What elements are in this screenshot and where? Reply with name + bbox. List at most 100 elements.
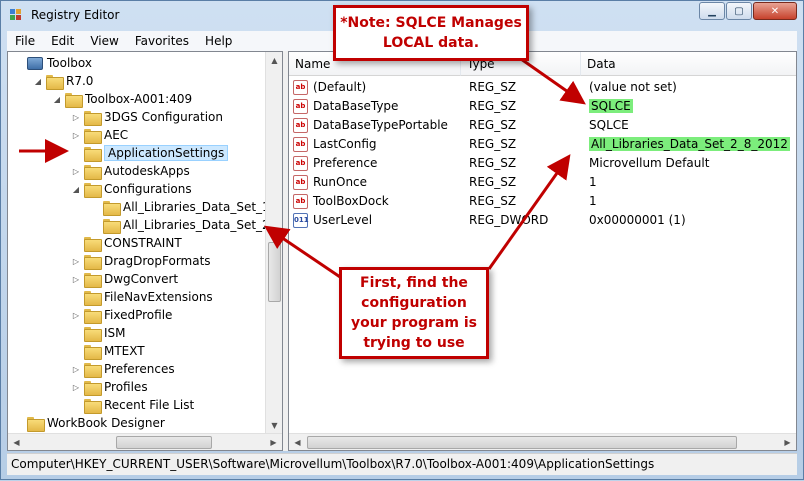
tree-item[interactable]: MTEXT	[71, 342, 145, 360]
tree-item[interactable]: ▷ DragDropFormats	[71, 252, 211, 270]
tree-vscroll-thumb[interactable]	[268, 242, 281, 302]
scroll-down-arrow-icon[interactable]: ▼	[266, 417, 282, 434]
tree-item[interactable]: ▷ Preferences	[71, 360, 175, 378]
tree-item[interactable]: CONSTRAINT	[71, 234, 182, 252]
folder-icon	[84, 164, 102, 180]
note-callout: *Note: SQLCE Manages LOCAL data.	[333, 5, 529, 61]
collapsed-arrow-icon	[90, 202, 100, 212]
tree-hscroll-thumb[interactable]	[116, 436, 212, 449]
value-name: ToolBoxDock	[313, 194, 389, 208]
value-type: REG_SZ	[469, 137, 517, 151]
value-row[interactable]: ab (Default) REG_SZ (value not set)	[293, 78, 793, 97]
binary-value-icon: 011	[293, 213, 309, 228]
key-tree-pane[interactable]: Toolbox ◢ R7.0 ◢ Toolbox-A001:409 ▷ 3DGS Confi…	[7, 51, 283, 451]
collapsed-arrow-icon	[71, 148, 81, 158]
tree-item[interactable]: ▷ DwgConvert	[71, 270, 178, 288]
values-horizontal-scrollbar[interactable]: ◀ ▶	[289, 433, 796, 450]
scroll-left-arrow-icon[interactable]: ◀	[8, 434, 25, 450]
tree-item[interactable]: ▷ Profiles	[71, 378, 148, 396]
folder-icon	[84, 128, 102, 144]
scroll-right-arrow-icon[interactable]: ▶	[779, 434, 796, 450]
value-row[interactable]: ab DataBaseTypePortable REG_SZ SQLCE	[293, 116, 793, 135]
minimize-button[interactable]: ▁	[699, 2, 725, 20]
collapsed-arrow-icon[interactable]: ▷	[71, 274, 81, 284]
value-name: (Default)	[313, 80, 367, 94]
value-data: 1	[589, 194, 597, 208]
values-hscroll-thumb[interactable]	[307, 436, 737, 449]
value-name: RunOnce	[313, 175, 368, 189]
collapsed-arrow-icon[interactable]: ▷	[71, 310, 81, 320]
tree-item[interactable]: All_Libraries_Data_Set_2_8_201	[90, 216, 282, 234]
collapsed-arrow-icon[interactable]: ▷	[71, 112, 81, 122]
collapsed-arrow-icon	[90, 220, 100, 230]
column-header-data[interactable]: Data	[581, 52, 796, 76]
tree-item-label: R7.0	[66, 74, 94, 88]
collapsed-arrow-icon[interactable]: ▷	[71, 256, 81, 266]
tree-item[interactable]: ▷ 3DGS Configuration	[71, 108, 223, 126]
tree-item[interactable]: ◢ R7.0	[33, 72, 93, 90]
folder-icon	[84, 308, 102, 324]
menu-view[interactable]: View	[82, 34, 126, 48]
tree-item[interactable]: ◢ Toolbox-A001:409	[52, 90, 192, 108]
collapsed-arrow-icon[interactable]: ▷	[71, 166, 81, 176]
value-row[interactable]: ab Preference REG_SZ Microvellum Default	[293, 154, 793, 173]
folder-icon	[103, 200, 121, 216]
scroll-right-arrow-icon[interactable]: ▶	[265, 434, 282, 450]
computer-icon	[27, 56, 43, 70]
tree-item-label: WorkBook Designer	[47, 416, 165, 430]
tree-item-label: ISM	[104, 326, 126, 340]
collapsed-arrow-icon[interactable]: ▷	[71, 364, 81, 374]
tree-item[interactable]: ApplicationSettings	[71, 144, 229, 162]
value-row[interactable]: ab RunOnce REG_SZ 1	[293, 173, 793, 192]
value-data: Microvellum Default	[589, 156, 710, 170]
menu-edit[interactable]: Edit	[43, 34, 82, 48]
values-list-pane[interactable]: Name Type Data ab (Default) REG_SZ (value n…	[288, 51, 797, 451]
menu-help[interactable]: Help	[197, 34, 240, 48]
value-name: DataBaseTypePortable	[313, 118, 448, 132]
collapsed-arrow-icon	[71, 238, 81, 248]
instruction-callout: First, find the configuration your progr…	[339, 267, 489, 359]
registry-editor-window: Registry Editor ▁ ▢ ✕ File Edit View Fav…	[0, 0, 804, 480]
value-row[interactable]: 011 UserLevel REG_DWORD 0x00000001 (1)	[293, 211, 793, 230]
maximize-button[interactable]: ▢	[726, 2, 752, 20]
value-row[interactable]: ab DataBaseType REG_SZ SQLCE	[293, 97, 793, 116]
menu-file[interactable]: File	[7, 34, 43, 48]
expanded-arrow-icon[interactable]: ◢	[52, 94, 62, 104]
tree-item[interactable]: ◢ Configurations	[71, 180, 192, 198]
scroll-left-arrow-icon[interactable]: ◀	[289, 434, 306, 450]
tree-horizontal-scrollbar[interactable]: ◀ ▶	[8, 433, 282, 450]
menu-favorites[interactable]: Favorites	[127, 34, 197, 48]
string-value-icon: ab	[293, 137, 308, 152]
tree-item[interactable]: ▷ AutodeskApps	[71, 162, 190, 180]
value-type: REG_SZ	[469, 99, 517, 113]
tree-item-label: MTEXT	[104, 344, 145, 358]
tree-item[interactable]: Recent File List	[71, 396, 194, 414]
tree-item[interactable]: WorkBook Designer	[14, 414, 165, 432]
value-row[interactable]: ab ToolBoxDock REG_SZ 1	[293, 192, 793, 211]
tree-item-label: DwgConvert	[104, 272, 179, 286]
string-value-icon: ab	[293, 80, 308, 95]
tree-item-label: AEC	[104, 128, 129, 142]
tree-item[interactable]: Toolbox	[14, 54, 92, 72]
tree-item[interactable]: All_Libraries_Data_Set_11_29_2	[90, 198, 282, 216]
tree-item[interactable]: FileNavExtensions	[71, 288, 213, 306]
collapsed-arrow-icon[interactable]: ▷	[71, 130, 81, 140]
collapsed-arrow-icon[interactable]: ▷	[71, 382, 81, 392]
tree-item[interactable]: ▷ FixedProfile	[71, 306, 172, 324]
tree-vertical-scrollbar[interactable]: ▲ ▼	[265, 52, 282, 434]
expanded-arrow-icon[interactable]: ◢	[71, 184, 81, 194]
folder-icon	[84, 398, 102, 414]
expanded-arrow-icon[interactable]: ◢	[33, 76, 43, 86]
collapsed-arrow-icon	[14, 418, 24, 428]
tree-item-label: Preferences	[104, 362, 175, 376]
tree-item-label: FileNavExtensions	[104, 290, 213, 304]
value-row[interactable]: ab LastConfig REG_SZ All_Libraries_Data_Set…	[293, 135, 793, 154]
value-type: REG_SZ	[469, 118, 517, 132]
folder-icon	[84, 326, 102, 342]
tree-item[interactable]: ISM	[71, 324, 126, 342]
scroll-up-arrow-icon[interactable]: ▲	[266, 52, 282, 69]
tree-item[interactable]: ▷ AEC	[71, 126, 128, 144]
value-type: REG_DWORD	[469, 213, 549, 227]
close-button[interactable]: ✕	[753, 2, 797, 20]
value-name: DataBaseType	[313, 99, 399, 113]
